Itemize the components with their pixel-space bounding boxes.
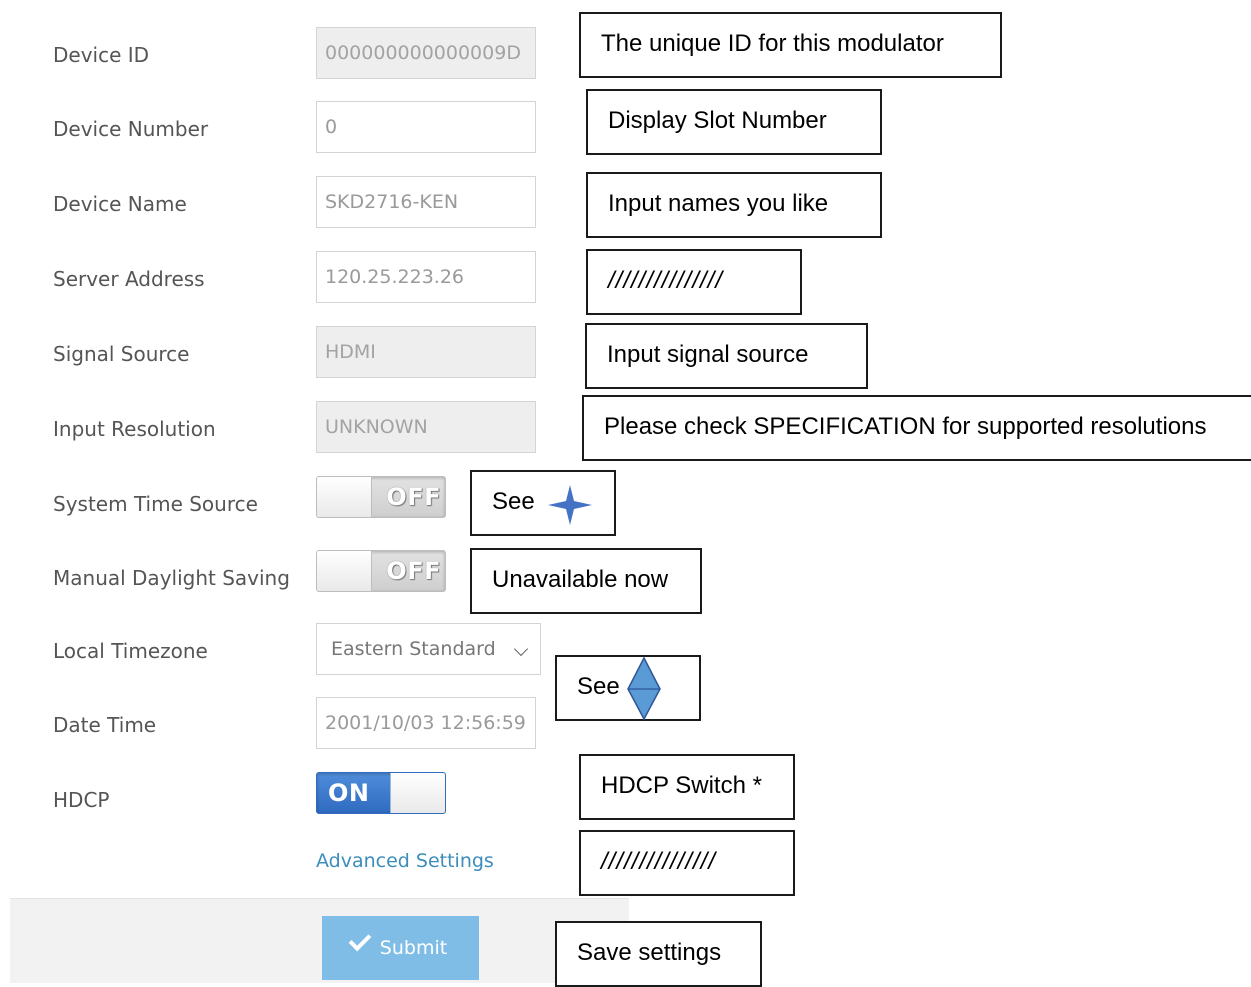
submit-button[interactable]: Submit <box>322 916 479 980</box>
annotation-text: Input names you like <box>608 190 829 217</box>
toggle-state-text: OFF <box>386 557 441 585</box>
device-name-label: Device Name <box>53 192 187 216</box>
signal-source-field: HDMI <box>316 326 536 378</box>
annotation-system-time-source: See <box>470 470 616 536</box>
hdcp-label: HDCP <box>53 788 110 812</box>
toggle-state-text: ON <box>328 779 370 807</box>
annotation-text: See <box>577 673 620 700</box>
annotation-server-address: /////////////// <box>586 249 802 315</box>
device-name-field[interactable]: SKD2716-KEN <box>316 176 536 228</box>
four-point-star-icon <box>548 485 592 525</box>
device-id-label: Device ID <box>53 43 150 67</box>
toggle-knob <box>317 477 372 517</box>
local-timezone-label: Local Timezone <box>53 639 208 663</box>
annotation-text: The unique ID for this modulator <box>601 30 944 57</box>
annotation-text: /////////////// <box>601 848 717 875</box>
annotation-device-id: The unique ID for this modulator <box>579 12 1002 78</box>
form-footer <box>10 898 629 983</box>
toggle-state-text: OFF <box>386 483 441 511</box>
system-time-source-label: System Time Source <box>53 492 258 516</box>
local-timezone-select[interactable]: Eastern Standard <box>316 623 541 675</box>
advanced-settings-link[interactable]: Advanced Settings <box>316 849 494 873</box>
diamond-icon <box>627 657 661 721</box>
system-time-source-toggle[interactable]: OFF <box>316 476 446 518</box>
input-resolution-label: Input Resolution <box>53 417 216 441</box>
manual-daylight-saving-toggle[interactable]: OFF <box>316 550 446 592</box>
annotation-manual-daylight-saving: Unavailable now <box>470 548 702 614</box>
annotation-text: Please check SPECIFICATION for supported… <box>604 413 1207 440</box>
server-address-label: Server Address <box>53 267 205 291</box>
manual-daylight-saving-label: Manual Daylight Saving <box>53 566 290 590</box>
signal-source-label: Signal Source <box>53 342 190 366</box>
annotation-advanced-settings: /////////////// <box>579 830 795 896</box>
hdcp-toggle[interactable]: ON <box>316 772 446 814</box>
toggle-knob <box>390 773 445 813</box>
submit-label: Submit <box>379 937 448 959</box>
date-time-field[interactable]: 2001/10/03 12:56:59 <box>316 697 536 749</box>
device-number-label: Device Number <box>53 117 209 141</box>
local-timezone-selected: Eastern Standard <box>331 638 496 660</box>
date-time-label: Date Time <box>53 713 157 737</box>
annotation-signal-source: Input signal source <box>585 323 868 389</box>
annotation-input-resolution: Please check SPECIFICATION for supported… <box>582 395 1251 461</box>
annotation-text: Input signal source <box>607 341 809 368</box>
chevron-down-icon <box>513 641 529 657</box>
annotation-text: HDCP Switch * <box>601 772 762 799</box>
device-number-field[interactable]: 0 <box>316 101 536 153</box>
annotation-text: Save settings <box>577 939 722 966</box>
annotation-hdcp: HDCP Switch * <box>579 754 795 820</box>
annotation-device-name: Input names you like <box>586 172 882 238</box>
device-id-field: 000000000000009D <box>316 27 536 79</box>
server-address-field[interactable]: 120.25.223.26 <box>316 251 536 303</box>
annotation-local-timezone: See <box>555 655 701 721</box>
annotation-text: /////////////// <box>608 267 724 294</box>
annotation-text: See <box>492 488 535 515</box>
toggle-knob <box>317 551 372 591</box>
checkmark-icon <box>348 928 372 952</box>
annotation-text: Display Slot Number <box>608 107 827 134</box>
annotation-device-number: Display Slot Number <box>586 89 882 155</box>
annotation-text: Unavailable now <box>492 566 669 593</box>
annotation-submit: Save settings <box>555 921 762 987</box>
input-resolution-field: UNKNOWN <box>316 401 536 453</box>
